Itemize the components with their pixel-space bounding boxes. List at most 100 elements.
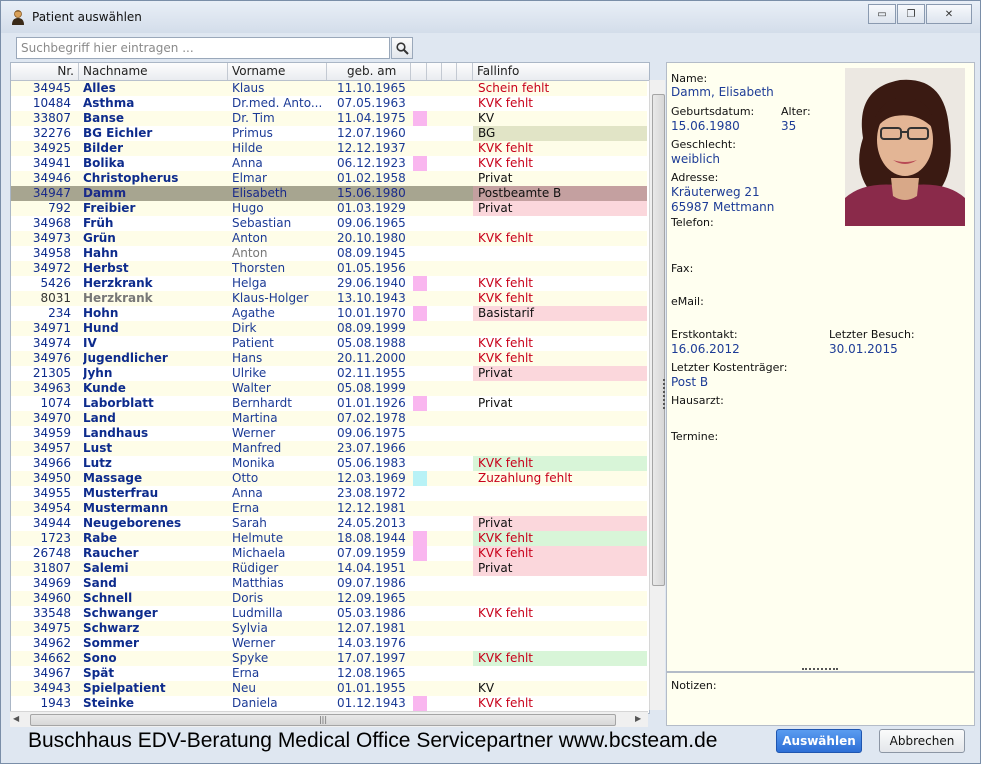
horizontal-scroll-thumb[interactable]: ||| <box>30 714 616 726</box>
column-fallinfo[interactable]: Fallinfo <box>473 63 649 80</box>
cell-vorname: Anna <box>232 156 263 170</box>
search-button[interactable] <box>391 37 413 59</box>
table-row[interactable]: 34966 Lutz Monika 05.06.1983 KVK fehlt <box>11 456 647 471</box>
table-row[interactable]: 34971 Hund Dirk 08.09.1999 <box>11 321 647 336</box>
table-row[interactable]: 234 Hohn Agathe 10.01.1970 Basistarif <box>11 306 647 321</box>
table-row[interactable]: 34973 Grün Anton 20.10.1980 KVK fehlt <box>11 231 647 246</box>
table-row[interactable]: 5426 Herzkrank Helga 29.06.1940 KVK fehlt <box>11 276 647 291</box>
table-row[interactable]: 792 Freibier Hugo 01.03.1929 Privat <box>11 201 647 216</box>
cell-nr: 1723 <box>40 531 71 545</box>
table-row[interactable]: 34974 IV Patient 05.08.1988 KVK fehlt <box>11 336 647 351</box>
cell-nr: 33807 <box>32 111 71 125</box>
table-row[interactable]: 34967 Spät Erna 12.08.1965 <box>11 666 647 681</box>
table-row[interactable]: 34945 Alles Klaus 11.10.1965 Schein fehlt <box>11 81 647 96</box>
table-row[interactable]: 34958 Hahn Anton 08.09.1945 <box>11 246 647 261</box>
scroll-left-icon[interactable]: ◀ <box>13 714 19 723</box>
cell-nr: 34969 <box>32 576 71 590</box>
table-row[interactable]: 34963 Kunde Walter 05.08.1999 <box>11 381 647 396</box>
patient-list[interactable]: Nr. Nachname Vorname geb. am Fallinfo 34… <box>10 62 650 714</box>
table-row[interactable]: 34972 Herbst Thorsten 01.05.1956 <box>11 261 647 276</box>
status-marker <box>413 486 427 501</box>
cell-nr: 26748 <box>32 546 71 560</box>
table-row[interactable]: 34954 Mustermann Erna 12.12.1981 <box>11 501 647 516</box>
table-row[interactable]: 34941 Bolika Anna 06.12.1923 KVK fehlt <box>11 156 647 171</box>
table-row[interactable]: 26748 Raucher Michaela 07.09.1959 KVK fehlt <box>11 546 647 561</box>
table-row[interactable]: 33548 Schwanger Ludmilla 05.03.1986 KVK fehl… <box>11 606 647 621</box>
column-nr[interactable]: Nr. <box>11 63 79 80</box>
table-row[interactable]: 34959 Landhaus Werner 09.06.1975 <box>11 426 647 441</box>
table-row[interactable]: 34946 Christopherus Elmar 01.02.1958 Privat <box>11 171 647 186</box>
column-nachname[interactable]: Nachname <box>79 63 228 80</box>
vertical-scroll-thumb[interactable] <box>652 94 665 586</box>
column-vorname[interactable]: Vorname <box>228 63 327 80</box>
minimize-button[interactable]: ▭ <box>868 4 896 24</box>
table-row[interactable]: 34970 Land Martina 07.02.1978 <box>11 411 647 426</box>
cell-nachname: Hahn <box>83 246 119 260</box>
maximize-button[interactable]: ❐ <box>897 4 925 24</box>
cell-nr: 34962 <box>32 636 71 650</box>
status-marker <box>413 681 427 696</box>
table-row[interactable]: 34944 Neugeborenes Sarah 24.05.2013 Privat <box>11 516 647 531</box>
notes-panel[interactable]: Notizen: <box>666 672 975 726</box>
table-row[interactable]: 34962 Sommer Werner 14.03.1976 <box>11 636 647 651</box>
cell-nachname: BG Eichler <box>83 126 153 140</box>
cell-geb: 06.12.1923 <box>337 156 406 170</box>
table-row[interactable]: 1074 Laborblatt Bernhardt 01.01.1926 Privat <box>11 396 647 411</box>
cell-nachname: Hohn <box>83 306 119 320</box>
column-marker-2[interactable] <box>427 63 442 80</box>
cell-vorname: Erna <box>232 501 260 515</box>
column-marker-3[interactable] <box>442 63 457 80</box>
cell-fallinfo: Postbeamte B <box>473 186 647 201</box>
cell-geb: 01.01.1926 <box>337 396 406 410</box>
table-row[interactable]: 34925 Bilder Hilde 12.12.1937 KVK fehlt <box>11 141 647 156</box>
table-row[interactable]: 32276 BG Eichler Primus 12.07.1960 BG <box>11 126 647 141</box>
list-horizontal-scrollbar[interactable]: ◀ ||| ▶ <box>10 711 648 727</box>
table-row[interactable]: 34662 Sono Spyke 17.07.1997 KVK fehlt <box>11 651 647 666</box>
table-row[interactable]: 34969 Sand Matthias 09.07.1986 <box>11 576 647 591</box>
table-row[interactable]: 34960 Schnell Doris 12.09.1965 <box>11 591 647 606</box>
column-marker-4[interactable] <box>457 63 473 80</box>
table-row[interactable]: 1943 Steinke Daniela 01.12.1943 KVK fehlt <box>11 696 647 711</box>
cell-vorname: Sebastian <box>232 216 292 230</box>
status-marker <box>413 276 427 291</box>
table-row[interactable]: 34957 Lust Manfred 23.07.1966 <box>11 441 647 456</box>
cell-vorname: Doris <box>232 591 264 605</box>
cell-vorname: Sarah <box>232 516 267 530</box>
table-row[interactable]: 34968 Früh Sebastian 09.06.1965 <box>11 216 647 231</box>
table-row[interactable]: 34950 Massage Otto 12.03.1969 Zuzahlung fehl… <box>11 471 647 486</box>
scroll-right-icon[interactable]: ▶ <box>635 714 641 723</box>
column-geb[interactable]: geb. am <box>327 63 411 80</box>
cell-geb: 01.03.1929 <box>337 201 406 215</box>
payer-value: Post B <box>671 375 709 389</box>
cell-fallinfo <box>473 636 647 651</box>
cell-nachname: Damm <box>83 186 127 200</box>
cell-fallinfo <box>473 381 647 396</box>
table-row[interactable]: 31807 Salemi Rüdiger 14.04.1951 Privat <box>11 561 647 576</box>
address-label: Adresse: <box>671 171 719 184</box>
cell-geb: 12.08.1965 <box>337 666 406 680</box>
status-marker <box>413 126 427 141</box>
status-marker <box>413 531 427 546</box>
table-row[interactable]: 33807 Banse Dr. Tim 11.04.1975 KV <box>11 111 647 126</box>
select-button[interactable]: Auswählen <box>776 729 862 753</box>
cell-geb: 07.05.1963 <box>337 96 406 110</box>
table-row[interactable]: 10484 Asthma Dr.med. Anto... 07.05.1963 KVK … <box>11 96 647 111</box>
table-row[interactable]: 34976 Jugendlicher Hans 20.11.2000 KVK fehlt <box>11 351 647 366</box>
table-row[interactable]: 34943 Spielpatient Neu 01.01.1955 KV <box>11 681 647 696</box>
last-visit-label: Letzter Besuch: <box>829 328 915 341</box>
table-row[interactable]: 21305 Jyhn Ulrike 02.11.1955 Privat <box>11 366 647 381</box>
cell-vorname: Helmute <box>232 531 284 545</box>
search-input[interactable] <box>16 37 390 59</box>
status-marker <box>413 291 427 306</box>
status-marker <box>413 456 427 471</box>
column-marker-1[interactable] <box>411 63 427 80</box>
cell-geb: 15.06.1980 <box>337 186 406 200</box>
table-row[interactable]: 34955 Musterfrau Anna 23.08.1972 <box>11 486 647 501</box>
table-row[interactable]: 8031 Herzkrank Klaus-Holger 13.10.1943 KVK f… <box>11 291 647 306</box>
close-button[interactable]: ✕ <box>926 4 972 24</box>
cancel-button[interactable]: Abbrechen <box>879 729 965 753</box>
table-row[interactable]: 34947 Damm Elisabeth 15.06.1980 Postbeamte B <box>11 186 647 201</box>
age-value: 35 <box>781 119 797 133</box>
table-row[interactable]: 34975 Schwarz Sylvia 12.07.1981 <box>11 621 647 636</box>
table-row[interactable]: 1723 Rabe Helmute 18.08.1944 KVK fehlt <box>11 531 647 546</box>
